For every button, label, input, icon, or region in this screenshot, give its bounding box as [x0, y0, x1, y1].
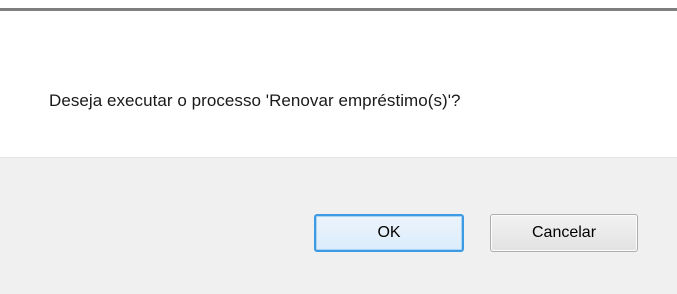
ok-button[interactable]: OK	[314, 214, 464, 252]
cancel-button[interactable]: Cancelar	[490, 214, 638, 252]
dialog-message: Deseja executar o processo 'Renovar empr…	[49, 91, 461, 110]
dialog-button-bar: OK Cancelar	[0, 157, 677, 294]
confirm-dialog: Deseja executar o processo 'Renovar empr…	[0, 0, 677, 294]
dialog-message-area: Deseja executar o processo 'Renovar empr…	[0, 11, 677, 157]
